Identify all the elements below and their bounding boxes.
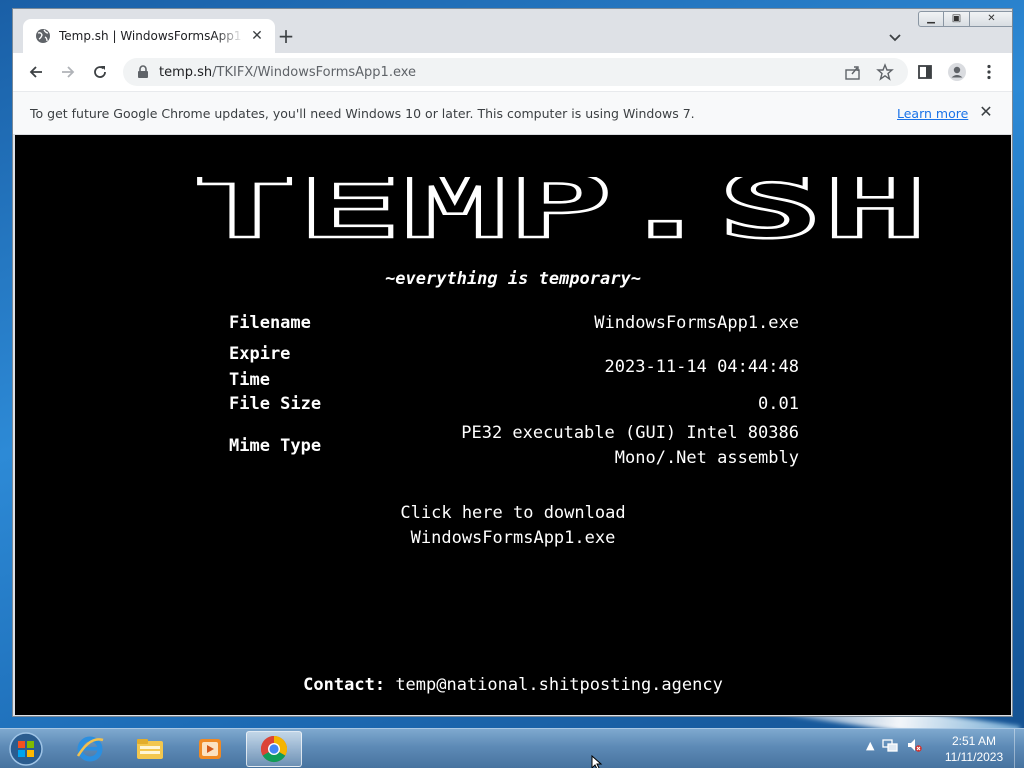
update-infobar: To get future Google Chrome updates, you… xyxy=(13,91,1012,135)
size-label: File Size xyxy=(229,394,322,414)
reload-button[interactable] xyxy=(90,62,110,82)
taskbar-media[interactable] xyxy=(182,731,238,767)
contact-line: Contact: temp@national.shitposting.agenc… xyxy=(15,675,1011,695)
clock-date: 11/11/2023 xyxy=(944,750,1004,764)
media-player-icon xyxy=(199,739,221,759)
mime-row: Mime Type PE32 executable (GUI) Intel 80… xyxy=(229,421,799,471)
expire-row: Expire Time 2023-11-14 04:44:48 xyxy=(229,340,799,394)
share-button[interactable] xyxy=(843,62,863,82)
file-info-table: Filename WindowsFormsApp1.exe Expire Time… xyxy=(229,313,799,471)
url-host: temp.sh xyxy=(159,64,213,80)
contact-label: Contact: xyxy=(303,675,386,695)
size-row: File Size 0.01 xyxy=(229,394,799,421)
file-explorer-icon xyxy=(137,739,163,759)
mime-value-line2: Mono/.Net assembly xyxy=(614,448,799,468)
kebab-menu-icon xyxy=(987,64,991,80)
learn-more-link[interactable]: Learn more xyxy=(897,106,968,121)
download-line2: WindowsFormsApp1.exe xyxy=(410,528,616,548)
expire-label: Expire Time xyxy=(229,341,389,393)
star-icon xyxy=(876,63,894,81)
network-icon[interactable] xyxy=(882,737,899,753)
maximize-button[interactable]: ▣ xyxy=(944,11,970,27)
forward-arrow-icon xyxy=(62,66,75,78)
new-tab-button[interactable]: + xyxy=(275,26,297,48)
close-window-button[interactable]: ✕ xyxy=(970,11,1012,27)
browser-toolbar: temp.sh/TKIFX/WindowsFormsApp1.exe xyxy=(13,53,1012,91)
infobar-message: To get future Google Chrome updates, you… xyxy=(30,106,695,121)
expire-label-line2: Time xyxy=(229,370,270,390)
back-button[interactable] xyxy=(26,62,46,82)
logo-text: TEMP.SH xyxy=(192,177,928,241)
taskbar: ▲ 2:51 AM 11/11/2023 xyxy=(0,728,1024,768)
side-panel-button[interactable] xyxy=(915,62,935,82)
filename-value: WindowsFormsApp1.exe xyxy=(594,313,799,333)
clock-time: 2:51 AM xyxy=(951,734,997,748)
avatar-icon xyxy=(948,63,966,81)
chrome-icon xyxy=(260,735,288,763)
address-bar[interactable]: temp.sh/TKIFX/WindowsFormsApp1.exe xyxy=(123,58,908,86)
mime-value: PE32 executable (GUI) Intel 80386 Mono/.N… xyxy=(389,421,799,471)
side-panel-icon xyxy=(918,65,932,79)
system-tray: ▲ xyxy=(866,737,923,753)
url-text: temp.sh/TKIFX/WindowsFormsApp1.exe xyxy=(159,65,416,80)
volume-muted-icon[interactable] xyxy=(906,737,923,753)
chevron-down-icon[interactable] xyxy=(885,27,905,47)
tab-close-icon[interactable]: ✕ xyxy=(249,28,265,44)
tab-active[interactable]: Temp.sh | WindowsFormsApp1.exe ✕ xyxy=(23,19,275,53)
reload-icon xyxy=(94,66,106,78)
download-link[interactable]: Click here to download WindowsFormsApp1.… xyxy=(15,501,1011,551)
forward-button[interactable] xyxy=(58,62,78,82)
expire-label-line1: Expire xyxy=(229,344,291,364)
share-icon xyxy=(845,66,860,80)
site-logo: TEMP.SH xyxy=(191,177,930,241)
filename-row: Filename WindowsFormsApp1.exe xyxy=(229,313,799,340)
tab-title: Temp.sh | WindowsFormsApp1.exe xyxy=(59,29,243,43)
url-path: /TKIFX/WindowsFormsApp1.exe xyxy=(212,64,417,80)
expire-value: 2023-11-14 04:44:48 xyxy=(604,357,799,377)
taskbar-explorer[interactable] xyxy=(122,731,178,767)
taskbar-clock[interactable]: 2:51 AM 11/11/2023 xyxy=(935,733,1013,765)
mime-label: Mime Type xyxy=(229,436,322,456)
taskbar-chrome[interactable] xyxy=(246,731,302,767)
back-arrow-icon xyxy=(29,66,42,78)
lock-icon[interactable] xyxy=(137,65,149,79)
mouse-cursor-icon xyxy=(591,755,603,768)
show-desktop-button[interactable] xyxy=(1014,729,1024,768)
page-content: TEMP.SH ~everything is temporary~ Filena… xyxy=(15,135,1011,715)
window-controls: ▁ ▣ ✕ xyxy=(918,11,1012,27)
chrome-window: Temp.sh | WindowsFormsApp1.exe ✕ + ▁ ▣ ✕ xyxy=(12,8,1013,717)
infobar-close-icon[interactable]: ✕ xyxy=(977,103,995,121)
start-button[interactable] xyxy=(4,730,48,768)
tab-strip: Temp.sh | WindowsFormsApp1.exe ✕ + ▁ ▣ ✕ xyxy=(13,9,1012,53)
download-line1: Click here to download xyxy=(400,503,626,523)
mime-value-line1: PE32 executable (GUI) Intel 80386 xyxy=(461,423,799,443)
menu-button[interactable] xyxy=(979,62,999,82)
minimize-button[interactable]: ▁ xyxy=(918,11,944,27)
profile-button[interactable] xyxy=(947,62,967,82)
globe-icon xyxy=(36,29,50,43)
tagline: ~everything is temporary~ xyxy=(385,269,641,289)
size-value: 0.01 xyxy=(758,394,799,414)
internet-explorer-icon xyxy=(76,736,104,762)
contact-email: temp@national.shitposting.agency xyxy=(395,675,723,695)
tray-expand-icon[interactable]: ▲ xyxy=(866,739,874,752)
taskbar-ie[interactable] xyxy=(62,731,118,767)
filename-label: Filename xyxy=(229,313,311,333)
bookmark-button[interactable] xyxy=(875,62,895,82)
